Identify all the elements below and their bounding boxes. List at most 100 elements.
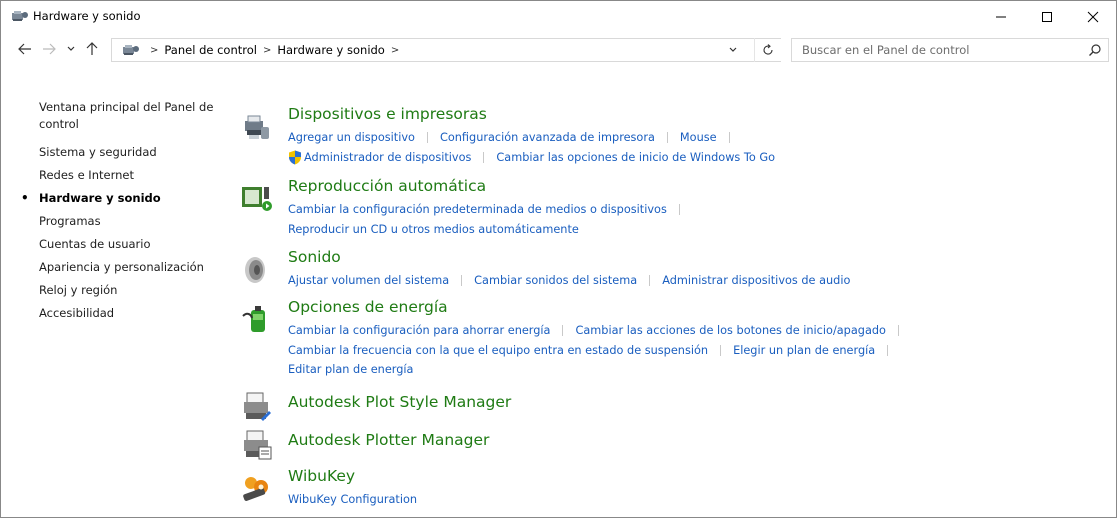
link-device-manager[interactable]: Administrador de dispositivos	[304, 148, 471, 168]
category-power-options: Opciones de energía Cambiar la configura…	[233, 298, 1093, 378]
chevron-down-icon	[729, 47, 737, 52]
link-separator	[666, 132, 668, 144]
link-advanced-printer-setup[interactable]: Configuración avanzada de impresora	[440, 128, 655, 148]
link-separator	[897, 325, 899, 337]
sidebar-item-label: Hardware y sonido	[39, 191, 161, 205]
address-bar[interactable]: > Panel de control > Hardware y sonido >	[111, 38, 781, 62]
control-panel-hardware-icon	[12, 11, 28, 21]
sidebar-item-control-panel-home[interactable]: Ventana principal del Panel de control	[39, 99, 229, 133]
link-separator	[887, 344, 889, 356]
sidebar-item-label: Programas	[39, 214, 101, 228]
link-manage-audio-devices[interactable]: Administrar dispositivos de audio	[662, 271, 850, 291]
category-links: Cambiar la configuración para ahorrar en…	[288, 321, 1088, 380]
sidebar: Ventana principal del Panel de control S…	[21, 99, 229, 328]
window-title: Hardware y sonido	[33, 9, 141, 23]
link-separator	[728, 132, 730, 144]
link-sleep-frequency[interactable]: Cambiar la frecuencia con la que el equi…	[288, 341, 708, 361]
search-box[interactable]	[791, 38, 1109, 62]
sidebar-item-system-security[interactable]: Sistema y seguridad	[39, 144, 229, 161]
breadcrumb-separator-icon[interactable]: >	[391, 45, 399, 56]
link-power-button-actions[interactable]: Cambiar las acciones de los botones de i…	[575, 321, 885, 341]
recent-locations-button[interactable]	[63, 41, 79, 57]
chevron-down-icon	[67, 46, 75, 51]
minimize-icon	[996, 16, 1006, 18]
link-separator	[649, 275, 651, 287]
link-windows-to-go[interactable]: Cambiar las opciones de inicio de Window…	[496, 148, 775, 168]
control-panel-hardware-icon	[123, 45, 139, 55]
category-title-plotter-manager[interactable]: Autodesk Plotter Manager	[288, 431, 489, 449]
link-separator	[461, 275, 463, 287]
navigation-bar: > Panel de control > Hardware y sonido >	[1, 33, 1116, 67]
link-change-media-defaults[interactable]: Cambiar la configuración predeterminada …	[288, 200, 667, 220]
up-button[interactable]	[84, 41, 100, 57]
link-separator	[483, 151, 485, 163]
control-panel-window: Hardware y sonido > Panel de control > H…	[0, 0, 1117, 518]
arrow-right-icon	[43, 43, 56, 55]
sidebar-item-appearance[interactable]: Apariencia y personalización	[39, 259, 229, 276]
category-sound: Sonido Ajustar volumen del sistema Cambi…	[233, 248, 1093, 288]
category-links: Ajustar volumen del sistema Cambiar soni…	[288, 271, 1088, 291]
category-title-power-options[interactable]: Opciones de energía	[288, 298, 448, 316]
link-separator	[720, 344, 722, 356]
address-dropdown-button[interactable]	[721, 38, 745, 62]
category-plot-style-manager: Autodesk Plot Style Manager	[233, 389, 1093, 425]
sidebar-item-accessibility[interactable]: Accesibilidad	[39, 305, 229, 322]
arrow-left-icon	[18, 43, 31, 55]
sidebar-item-label: Redes e Internet	[39, 168, 134, 182]
close-icon	[1087, 11, 1099, 23]
link-separator	[426, 132, 428, 144]
search-input[interactable]	[792, 39, 1082, 61]
plot-style-manager-icon	[244, 392, 271, 421]
category-plotter-manager: Autodesk Plotter Manager	[233, 427, 1093, 463]
sidebar-item-programs[interactable]: Programas	[39, 213, 229, 230]
sidebar-item-label: Sistema y seguridad	[39, 145, 157, 159]
refresh-button[interactable]	[754, 38, 780, 62]
back-button[interactable]	[17, 41, 33, 57]
current-item-bullet-icon: •	[21, 191, 29, 205]
sidebar-item-label: Reloj y región	[39, 283, 118, 297]
category-title-wibukey[interactable]: WibuKey	[288, 467, 355, 485]
link-change-system-sounds[interactable]: Cambiar sonidos del sistema	[474, 271, 637, 291]
link-mouse[interactable]: Mouse	[680, 128, 717, 148]
sidebar-item-label: Apariencia y personalización	[39, 260, 204, 274]
forward-button[interactable]	[41, 41, 57, 57]
wibukey-icon	[243, 477, 268, 501]
breadcrumb-hardware-sound[interactable]: Hardware y sonido	[277, 43, 385, 57]
sidebar-item-clock-region[interactable]: Reloj y región	[39, 282, 229, 299]
maximize-icon	[1042, 12, 1052, 22]
category-title-plot-style-manager[interactable]: Autodesk Plot Style Manager	[288, 393, 511, 411]
category-title-autoplay[interactable]: Reproducción automática	[288, 177, 486, 195]
category-title-devices-printers[interactable]: Dispositivos e impresoras	[288, 105, 487, 123]
link-adjust-volume[interactable]: Ajustar volumen del sistema	[288, 271, 449, 291]
close-button[interactable]	[1070, 1, 1116, 33]
breadcrumb: > Panel de control > Hardware y sonido >	[122, 43, 405, 57]
arrow-up-icon	[86, 42, 98, 55]
breadcrumb-separator-icon[interactable]: >	[150, 45, 158, 56]
link-play-cd-automatically[interactable]: Reproducir un CD u otros medios automáti…	[288, 220, 579, 240]
search-icon[interactable]	[1088, 43, 1102, 57]
plotter-manager-icon	[244, 430, 272, 460]
sidebar-item-user-accounts[interactable]: Cuentas de usuario	[39, 236, 229, 253]
link-add-device[interactable]: Agregar un dispositivo	[288, 128, 415, 148]
category-title-sound[interactable]: Sonido	[288, 248, 341, 266]
category-devices-printers: Dispositivos e impresoras Agregar un dis…	[233, 105, 1093, 165]
minimize-button[interactable]	[978, 1, 1024, 33]
link-wibukey-configuration[interactable]: WibuKey Configuration	[288, 490, 417, 510]
category-links: WibuKey Configuration	[288, 490, 1088, 510]
link-choose-power-plan[interactable]: Elegir un plan de energía	[733, 341, 875, 361]
category-wibukey: WibuKey WibuKey Configuration	[233, 467, 1093, 507]
link-separator	[678, 204, 680, 216]
sidebar-item-hardware-sound[interactable]: • Hardware y sonido	[21, 190, 229, 207]
maximize-button[interactable]	[1024, 1, 1070, 33]
refresh-icon	[763, 44, 773, 55]
breadcrumb-control-panel[interactable]: Panel de control	[164, 43, 257, 57]
link-edit-power-plan[interactable]: Editar plan de energía	[288, 360, 413, 380]
uac-shield-icon	[289, 150, 301, 165]
sidebar-item-label: Ventana principal del Panel de control	[39, 100, 214, 131]
sidebar-item-label: Accesibilidad	[39, 306, 115, 320]
sidebar-item-network-internet[interactable]: Redes e Internet	[39, 167, 229, 184]
sidebar-item-label: Cuentas de usuario	[39, 237, 151, 251]
power-options-icon	[242, 306, 265, 332]
link-power-saving-settings[interactable]: Cambiar la configuración para ahorrar en…	[288, 321, 550, 341]
breadcrumb-separator-icon[interactable]: >	[263, 45, 271, 56]
